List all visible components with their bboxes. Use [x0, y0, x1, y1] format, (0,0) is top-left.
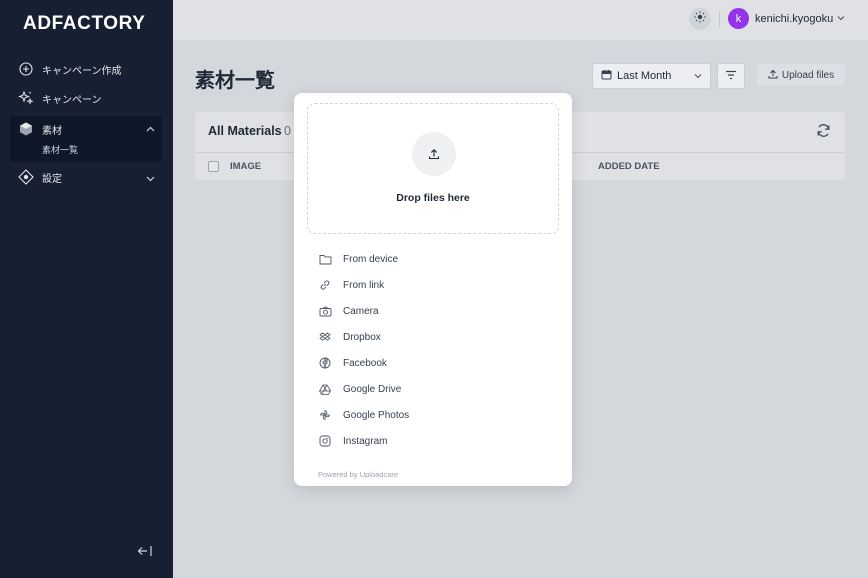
- upload-files-label: Upload files: [781, 69, 835, 81]
- drop-zone-label: Drop files here: [396, 192, 470, 204]
- sidebar-item-label: 設定: [42, 173, 62, 185]
- drop-zone[interactable]: Drop files here: [307, 103, 559, 234]
- card-title: All Materials: [208, 124, 282, 138]
- source-label: From link: [343, 279, 385, 291]
- settings-icon: [18, 169, 34, 185]
- sidebar-item-campaign-create[interactable]: キャンペーン作成: [18, 61, 122, 77]
- user-menu[interactable]: kenichi.kyogoku: [755, 13, 833, 25]
- upload-icon: [768, 69, 778, 82]
- source-instagram[interactable]: Instagram: [318, 434, 387, 448]
- date-range-select[interactable]: Last Month: [592, 63, 711, 89]
- materials-count: 0: [284, 124, 291, 138]
- upload-icon[interactable]: [412, 132, 456, 176]
- camera-icon: [318, 304, 332, 318]
- refresh-icon[interactable]: [816, 123, 831, 143]
- cube-icon: [18, 121, 34, 137]
- source-google-photos[interactable]: Google Photos: [318, 408, 409, 422]
- sidebar-subitem-material-list[interactable]: 素材一覧: [42, 143, 78, 156]
- source-label: From device: [343, 253, 399, 265]
- source-label: Facebook: [343, 357, 387, 369]
- source-dropbox[interactable]: Dropbox: [318, 330, 381, 344]
- chevron-down-icon[interactable]: [146, 174, 155, 184]
- sidebar-item-materials[interactable]: 素材: [18, 121, 62, 137]
- google-drive-icon: [318, 382, 332, 396]
- folder-icon: [318, 252, 332, 266]
- sidebar-item-campaign[interactable]: キャンペーン: [18, 90, 102, 106]
- page-title: 素材一覧: [195, 70, 275, 92]
- collapse-sidebar-icon[interactable]: [137, 545, 153, 560]
- dropbox-icon: [318, 330, 332, 344]
- sidebar-item-label: キャンペーン作成: [42, 65, 122, 77]
- sidebar-item-label: キャンペーン: [42, 94, 102, 106]
- source-facebook[interactable]: Facebook: [318, 356, 387, 370]
- upload-files-button[interactable]: Upload files: [757, 64, 845, 86]
- upload-dialog: Drop files here From device From link Ca…: [294, 93, 572, 486]
- avatar[interactable]: k: [728, 8, 749, 29]
- sidebar: ADFACTORY キャンペーン作成 キャンペーン 素材 素材一覧 設定: [0, 0, 173, 578]
- source-camera[interactable]: Camera: [318, 304, 379, 318]
- logo: ADFACTORY: [23, 13, 146, 34]
- sidebar-item-label: 素材: [42, 125, 62, 137]
- column-header-added-date[interactable]: ADDED DATE: [598, 161, 660, 172]
- link-icon: [318, 278, 332, 292]
- sun-icon: [694, 10, 706, 28]
- source-from-link[interactable]: From link: [318, 278, 384, 292]
- source-label: Camera: [343, 305, 379, 317]
- date-range-value: Last Month: [617, 70, 672, 82]
- chevron-down-icon: [694, 72, 702, 81]
- calendar-icon: [601, 69, 612, 83]
- sparkles-icon: [18, 90, 34, 106]
- source-from-device[interactable]: From device: [318, 252, 398, 266]
- column-header-image[interactable]: IMAGE: [230, 161, 261, 172]
- source-label: Google Drive: [343, 383, 402, 395]
- google-photos-icon: [318, 408, 332, 422]
- filter-button[interactable]: [717, 63, 745, 89]
- filter-icon: [725, 67, 737, 85]
- chevron-up-icon[interactable]: [146, 124, 155, 134]
- source-label: Instagram: [343, 435, 388, 447]
- powered-by-link[interactable]: Powered by Uploadcare: [318, 470, 398, 479]
- plus-circle-icon: [18, 61, 34, 77]
- theme-toggle-button[interactable]: [689, 8, 711, 30]
- facebook-icon: [318, 356, 332, 370]
- chevron-down-icon[interactable]: [837, 13, 845, 23]
- sidebar-item-settings[interactable]: 設定: [18, 169, 62, 185]
- source-label: Dropbox: [343, 331, 381, 343]
- instagram-icon: [318, 434, 332, 448]
- source-google-drive[interactable]: Google Drive: [318, 382, 401, 396]
- topbar-divider: [719, 11, 720, 27]
- select-all-checkbox[interactable]: [208, 161, 219, 172]
- source-label: Google Photos: [343, 409, 410, 421]
